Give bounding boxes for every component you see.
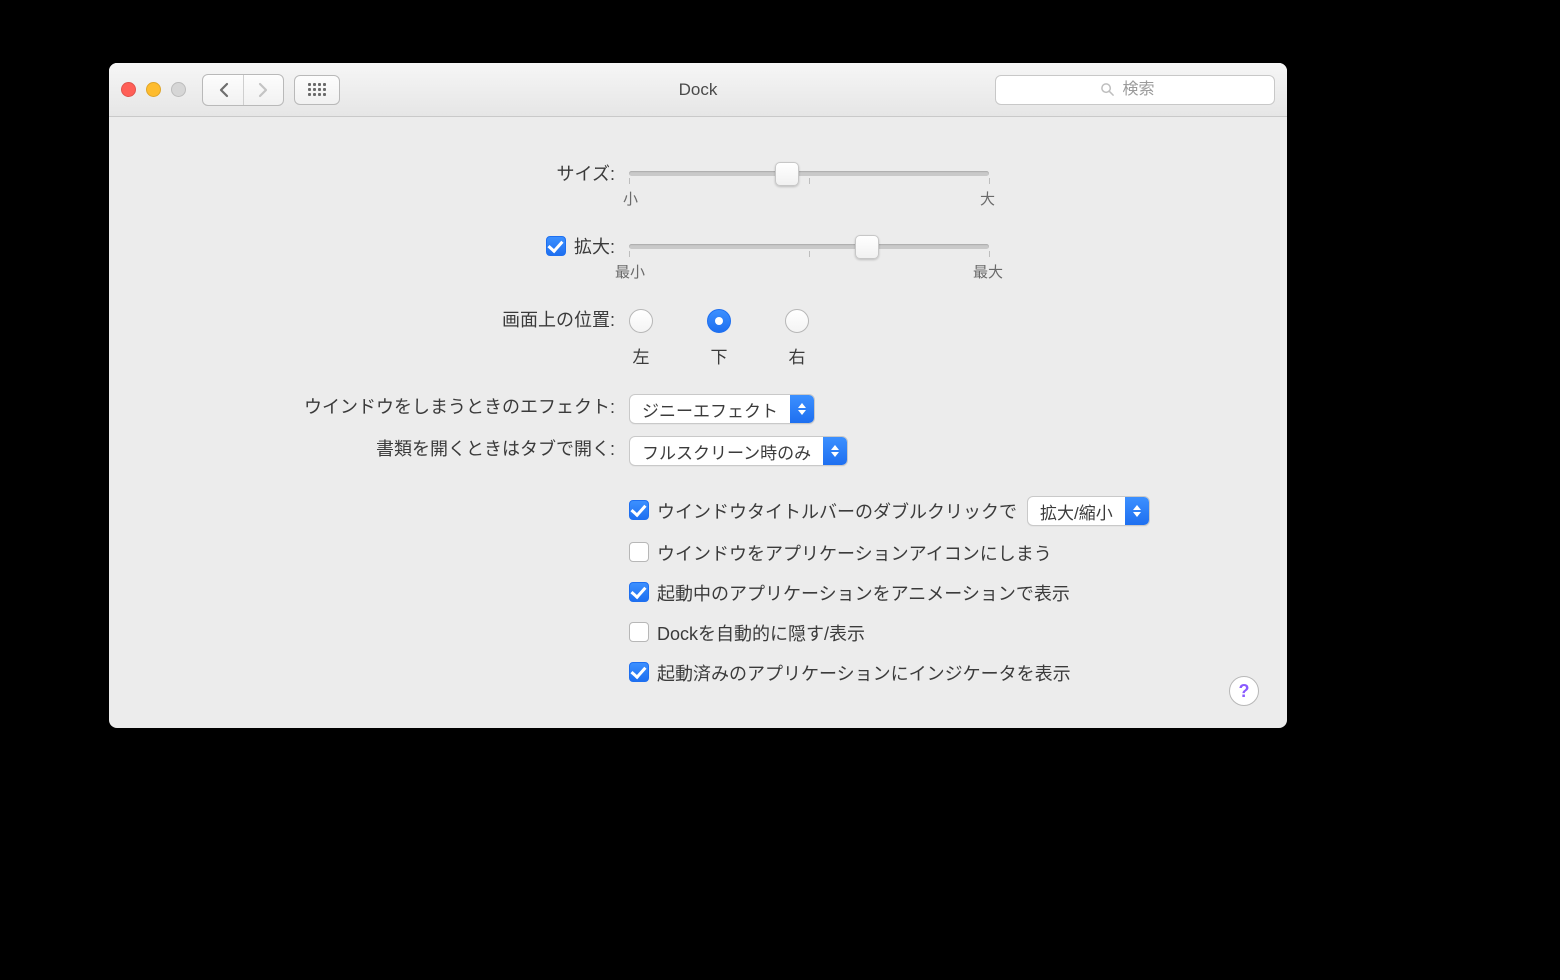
- indicators-label: 起動済みのアプリケーションにインジケータを表示: [657, 660, 1071, 686]
- magnify-min-label: 最小: [615, 261, 645, 282]
- pane-body: サイズ: 小 大 拡大:: [109, 117, 1287, 728]
- autohide-checkbox[interactable]: [629, 622, 649, 642]
- updown-arrows-icon: [823, 437, 847, 465]
- updown-arrows-icon: [790, 395, 814, 423]
- search-field[interactable]: [995, 75, 1275, 105]
- dblclick-action-value: 拡大/縮小: [1028, 499, 1125, 524]
- position-radio-right-label: 右: [789, 343, 806, 368]
- position-radio-left[interactable]: [629, 309, 653, 333]
- close-button[interactable]: [121, 82, 136, 97]
- updown-arrows-icon: [1125, 497, 1149, 525]
- search-icon: [1100, 82, 1115, 97]
- forward-button: [243, 75, 283, 105]
- dblclick-label: ウインドウタイトルバーのダブルクリックで: [657, 498, 1017, 524]
- position-label: 画面上の位置:: [139, 307, 629, 333]
- minimize-effect-value: ジニーエフェクト: [630, 397, 790, 422]
- nav-back-forward: [202, 74, 284, 106]
- grid-icon: [308, 83, 326, 97]
- window-controls: [121, 82, 186, 97]
- minimize-to-app-label: ウインドウをアプリケーションアイコンにしまう: [657, 540, 1052, 566]
- preferences-window: Dock サイズ: 小 大: [109, 63, 1287, 728]
- size-max-label: 大: [980, 188, 995, 209]
- magnify-checkbox[interactable]: [546, 236, 566, 256]
- zoom-button: [171, 82, 186, 97]
- autohide-label: Dockを自動的に隠す/表示: [657, 620, 865, 646]
- indicators-checkbox[interactable]: [629, 662, 649, 682]
- animate-open-label: 起動中のアプリケーションをアニメーションで表示: [657, 580, 1070, 606]
- position-radio-group: 左 下 右: [629, 307, 1257, 368]
- open-tabs-popup[interactable]: フルスクリーン時のみ: [629, 436, 848, 466]
- magnify-slider[interactable]: 最小 最大: [629, 244, 989, 281]
- size-slider[interactable]: 小 大: [629, 171, 989, 208]
- minimize-to-app-checkbox[interactable]: [629, 542, 649, 562]
- magnify-max-label: 最大: [973, 261, 1003, 282]
- dblclick-action-popup[interactable]: 拡大/縮小: [1027, 496, 1150, 526]
- search-input[interactable]: [1121, 80, 1171, 100]
- minimize-effect-label: ウインドウをしまうときのエフェクト:: [139, 394, 629, 420]
- animate-open-checkbox[interactable]: [629, 582, 649, 602]
- chevron-right-icon: [258, 82, 269, 98]
- size-min-label: 小: [623, 188, 638, 209]
- chevron-left-icon: [218, 82, 229, 98]
- size-label: サイズ:: [139, 161, 629, 187]
- minimize-button[interactable]: [146, 82, 161, 97]
- titlebar: Dock: [109, 63, 1287, 117]
- position-radio-left-label: 左: [633, 343, 650, 368]
- magnify-label: 拡大:: [574, 234, 615, 260]
- back-button[interactable]: [203, 75, 243, 105]
- minimize-effect-popup[interactable]: ジニーエフェクト: [629, 394, 815, 424]
- open-tabs-label: 書類を開くときはタブで開く:: [139, 436, 629, 462]
- show-all-button[interactable]: [294, 75, 340, 105]
- position-radio-right[interactable]: [785, 309, 809, 333]
- dblclick-checkbox[interactable]: [629, 500, 649, 520]
- open-tabs-value: フルスクリーン時のみ: [630, 439, 823, 464]
- help-button[interactable]: ?: [1229, 676, 1259, 706]
- position-radio-bottom[interactable]: [707, 309, 731, 333]
- position-radio-bottom-label: 下: [711, 343, 728, 368]
